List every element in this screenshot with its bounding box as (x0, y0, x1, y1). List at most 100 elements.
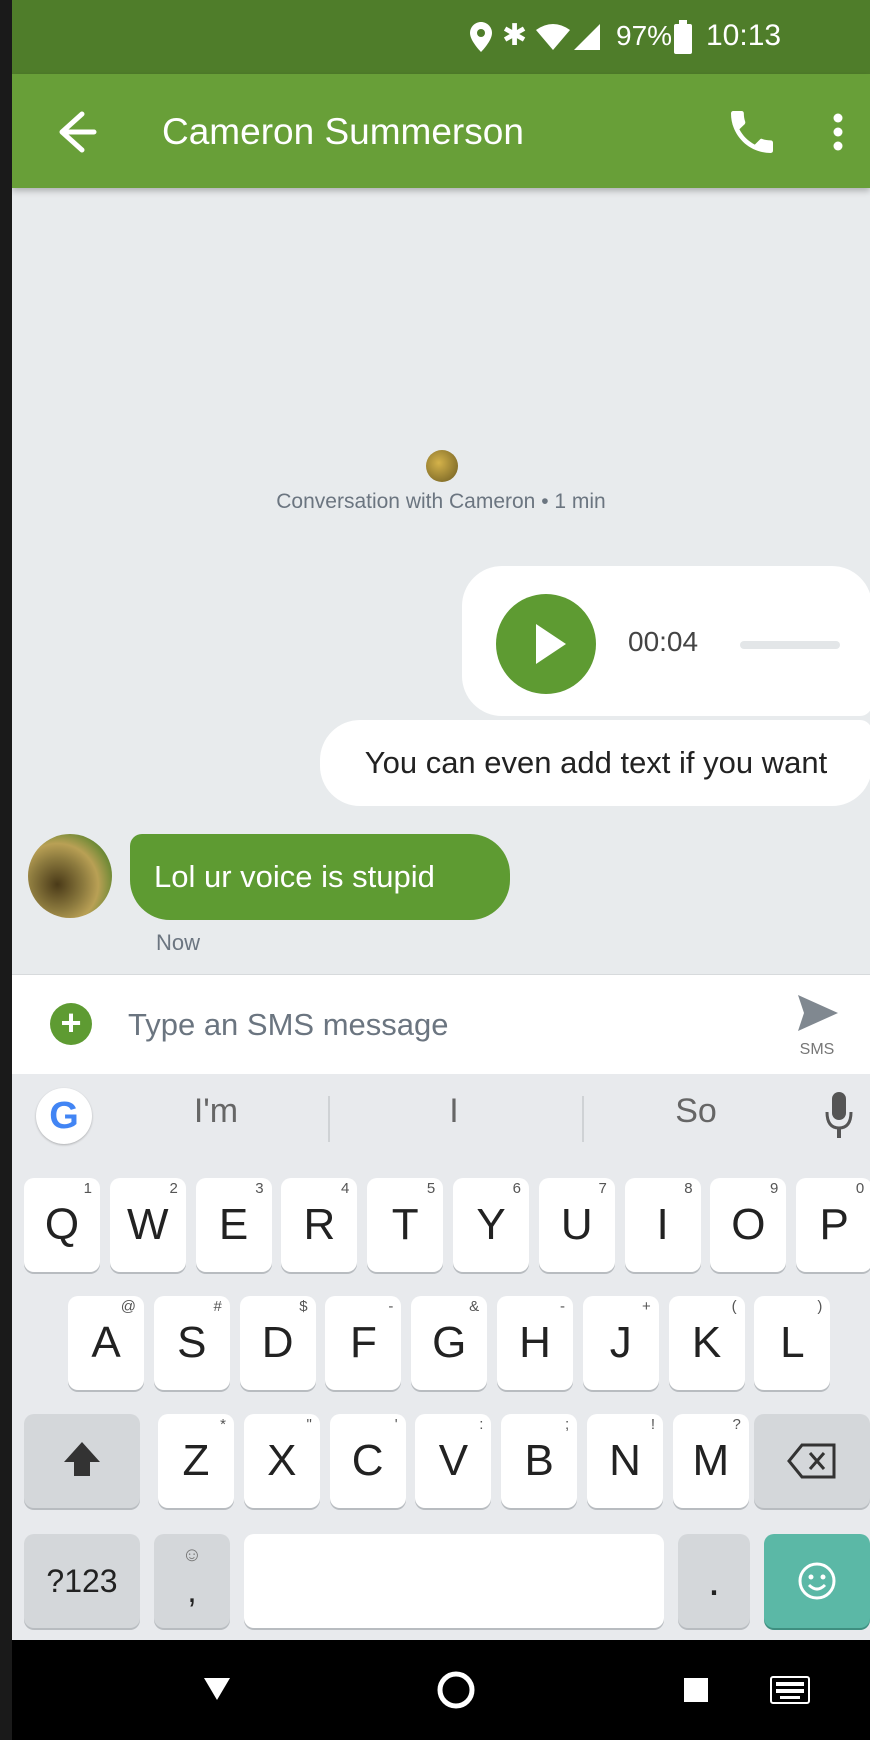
contact-name-title: Cameron Summerson (162, 111, 524, 152)
key-y[interactable]: Y6 (453, 1178, 529, 1272)
voice-progress-track[interactable] (740, 641, 840, 649)
back-arrow-icon[interactable] (52, 104, 108, 160)
key-label: V (438, 1436, 469, 1485)
shift-key[interactable] (24, 1414, 140, 1508)
voice-duration: 00:04 (628, 626, 699, 657)
emoji-key[interactable] (764, 1534, 870, 1628)
key-label: I (656, 1200, 669, 1249)
key-label: F (349, 1318, 377, 1367)
key-label: S (177, 1318, 207, 1367)
key-hint: 3 (255, 1180, 264, 1197)
battery-percent: 97% (616, 20, 673, 51)
wifi-icon (536, 24, 570, 50)
key-hint: & (469, 1298, 480, 1315)
contact-avatar[interactable] (28, 834, 112, 918)
key-r[interactable]: R4 (281, 1178, 358, 1272)
key-label: H (519, 1318, 551, 1367)
suggestion-3[interactable]: So (606, 1092, 786, 1131)
key-v[interactable]: V: (415, 1414, 492, 1508)
key-hint: ? (732, 1416, 741, 1433)
key-label: E (218, 1200, 249, 1249)
voice-message-bubble[interactable]: 00:04 (462, 566, 870, 716)
key-hint: 4 (341, 1180, 350, 1197)
incoming-message-time: Now (156, 930, 201, 955)
key-hint: 6 (512, 1180, 521, 1197)
outgoing-message-bubble[interactable]: You can even add text if you want (320, 720, 870, 806)
key-h[interactable]: H- (497, 1296, 573, 1390)
nav-recents-icon[interactable] (684, 1678, 708, 1702)
key-i[interactable]: I8 (624, 1178, 701, 1272)
key-m[interactable]: M? (672, 1414, 749, 1508)
symbols-key[interactable]: ?123 (24, 1534, 140, 1628)
key-hint: - (560, 1298, 565, 1315)
backspace-icon (787, 1443, 836, 1479)
conversation-area[interactable]: Conversation with Cameron • 1 min 00:04 … (12, 188, 870, 974)
key-l[interactable]: L) (754, 1296, 831, 1390)
incoming-message-bubble[interactable]: Lol ur voice is stupid (130, 834, 510, 920)
key-label: Q (44, 1200, 80, 1249)
key-hint: 7 (598, 1180, 607, 1197)
message-input[interactable] (128, 995, 688, 1055)
send-button[interactable]: SMS (782, 987, 852, 1067)
send-icon (798, 995, 838, 1031)
key-label: U (560, 1200, 593, 1249)
comma-emoji-key[interactable]: , ☺ (154, 1534, 230, 1628)
key-x[interactable]: X " (243, 1414, 320, 1508)
backspace-key[interactable] (754, 1414, 870, 1508)
key-hint: * (220, 1416, 226, 1433)
key-label: A (91, 1318, 121, 1367)
phone-icon[interactable] (724, 104, 780, 160)
google-logo-icon[interactable]: G (36, 1088, 92, 1144)
microphone-icon[interactable] (824, 1090, 854, 1140)
key-label: J (609, 1318, 632, 1367)
more-options-icon[interactable] (818, 104, 858, 160)
add-attachment-icon[interactable]: + (50, 1003, 92, 1045)
key-z[interactable]: Z * (158, 1414, 234, 1508)
nav-home-icon[interactable] (436, 1670, 476, 1710)
bluetooth-icon: ✱ (502, 19, 528, 52)
play-icon[interactable] (496, 594, 596, 694)
key-k[interactable]: K( (668, 1296, 745, 1390)
key-g[interactable]: G & (411, 1296, 488, 1390)
key-b[interactable]: B; (501, 1414, 578, 1508)
nav-back-icon[interactable] (202, 1676, 232, 1702)
key-e[interactable]: E3 (195, 1178, 272, 1272)
key-p[interactable]: P0 (796, 1178, 870, 1272)
location-icon (470, 22, 492, 52)
key-q[interactable]: Q1 (24, 1178, 100, 1272)
key-u[interactable]: U7 (538, 1178, 615, 1272)
key-label: T (391, 1200, 419, 1249)
shift-arrow-icon (64, 1442, 100, 1476)
key-hint: ; (565, 1416, 570, 1433)
cell-signal-icon (574, 24, 600, 50)
space-key[interactable] (244, 1534, 664, 1628)
clock: 10:13 (706, 19, 782, 52)
suggestion-1[interactable]: I'm (126, 1092, 306, 1131)
key-label: B (524, 1436, 554, 1485)
key-hint: 0 (855, 1180, 865, 1197)
key-label: N (609, 1436, 641, 1485)
key-w[interactable]: W2 (109, 1178, 186, 1272)
key-hint: ! (650, 1416, 655, 1433)
suggestion-strip: G I'm I So (12, 1074, 870, 1156)
suggestion-2[interactable]: I (364, 1092, 544, 1131)
keyboard-switch-icon[interactable] (770, 1676, 810, 1704)
key-hint: 2 (169, 1180, 178, 1197)
key-hint: 9 (770, 1180, 779, 1197)
battery-icon (674, 20, 692, 54)
key-s[interactable]: S # (153, 1296, 230, 1390)
key-hint: + (642, 1298, 651, 1315)
key-d[interactable]: D $ (239, 1296, 316, 1390)
key-a[interactable]: A @ (68, 1296, 144, 1390)
key-f[interactable]: F- (325, 1296, 402, 1390)
key-n[interactable]: N! (587, 1414, 663, 1508)
key-t[interactable]: T5 (367, 1178, 444, 1272)
key-hint: 8 (684, 1180, 693, 1197)
key-label: O (731, 1200, 766, 1249)
key-j[interactable]: J + (582, 1296, 659, 1390)
send-label: SMS (799, 1041, 835, 1058)
key-o[interactable]: O9 (710, 1178, 787, 1272)
key-label: Y (476, 1200, 506, 1249)
key-c[interactable]: C ' (329, 1414, 406, 1508)
period-key[interactable]: . (678, 1534, 750, 1628)
